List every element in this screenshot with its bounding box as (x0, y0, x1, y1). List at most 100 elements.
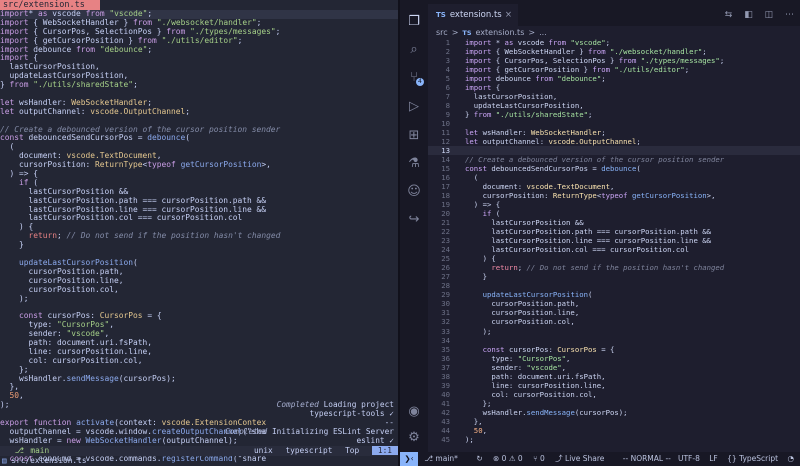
close-icon[interactable]: × (505, 4, 512, 26)
open-changes-icon[interactable]: ◧ (744, 10, 753, 20)
neovim-terminal-pane[interactable]: src/extension.ts import* as vscode from … (0, 0, 398, 466)
tab-extension-ts[interactable]: TS extension.ts × (428, 4, 518, 26)
split-editor-icon[interactable]: ◫ (765, 10, 774, 20)
code-line[interactable]: 41 }; (428, 399, 800, 408)
code-line[interactable]: 2 import { WebSocketHandler } from "./web… (428, 47, 800, 56)
code-line[interactable] (0, 117, 398, 126)
code-line[interactable]: 5 import debounce from "debounce"; (428, 74, 800, 83)
code-line[interactable]: ) { (0, 223, 398, 232)
code-line[interactable]: 45); (428, 435, 800, 444)
code-line[interactable]: 11 let wsHandler: WebSocketHandler; (428, 128, 800, 137)
code-line[interactable]: col: cursorPosition.col, (0, 357, 398, 366)
code-line[interactable]: 28 (428, 281, 800, 290)
search-icon[interactable]: ⌕ (406, 42, 422, 58)
code-line[interactable]: 43 }, (428, 417, 800, 426)
source-control-icon[interactable]: ⑂ 4 (406, 70, 424, 86)
code-line[interactable]: ( (0, 143, 398, 152)
code-line[interactable]: 4 import { getCursorPosition } from "./ut… (428, 65, 800, 74)
code-line[interactable]: ); (0, 295, 398, 304)
account-icon[interactable]: ◉ (406, 404, 422, 420)
code-line[interactable]: 12 let outputChannel: vscode.OutputChanne… (428, 137, 800, 146)
remote-indicator-icon[interactable]: ❯‹ (400, 452, 418, 466)
code-line[interactable]: lastCursorPosition, (0, 63, 398, 72)
code-line[interactable]: updateLastCursorPosition( (0, 259, 398, 268)
code-line[interactable]: 34 (428, 336, 800, 345)
code-line[interactable]: 15 const debouncedSendCursorPos = debounc… (428, 164, 800, 173)
code-line[interactable]: if ( (0, 179, 398, 188)
code-line[interactable]: cursorPosition.col, (0, 286, 398, 295)
code-line[interactable]: 39 line: cursorPosition.line, (428, 381, 800, 390)
neovim-code-area[interactable]: import* as vscode from "vscode"; import {… (0, 10, 398, 463)
code-line[interactable]: cursorPosition.line, (0, 277, 398, 286)
eol-status[interactable]: LF (709, 454, 718, 463)
code-line[interactable]: 20 if ( (428, 209, 800, 218)
extensions-icon[interactable]: ⊞ (406, 128, 422, 144)
code-line[interactable]: sender: "vscode", (0, 330, 398, 339)
code-line[interactable]: 40 col: cursorPosition.col, (428, 390, 800, 399)
run-debug-icon[interactable]: ▷ (406, 99, 422, 115)
code-line[interactable]: 3 import { CursorPos, SelectionPos } from… (428, 56, 800, 65)
code-line[interactable] (0, 303, 398, 312)
git-compare-icon[interactable]: ⇆ (725, 10, 733, 20)
testing-icon[interactable]: ⚗ (406, 156, 422, 172)
code-line[interactable]: let wsHandler: WebSocketHandler; (0, 99, 398, 108)
sync-icon[interactable]: ↻ (476, 454, 482, 463)
code-line[interactable]: type: "CursorPos", (0, 321, 398, 330)
breadcrumb-item[interactable]: extension.ts (476, 28, 525, 37)
code-line[interactable]: 6 import { (428, 83, 800, 92)
code-line[interactable]: 29 updateLastCursorPosition( (428, 290, 800, 299)
code-line[interactable]: 22 lastCursorPosition.path === cursorPos… (428, 227, 800, 236)
breadcrumb-item[interactable]: TS (462, 29, 471, 37)
code-line[interactable]: 23 lastCursorPosition.line === cursorPos… (428, 236, 800, 245)
more-actions-icon[interactable]: ⋯ (785, 10, 794, 20)
breadcrumb-item[interactable]: ... (539, 28, 547, 37)
code-line[interactable]: 9} from "./utils/sharedState"; (428, 110, 800, 119)
code-line[interactable]: const cursorPos: CursorPos = { (0, 312, 398, 321)
code-line[interactable]: 13 (428, 146, 800, 156)
problems-status[interactable]: ⊗ 0 ⚠ 0 (493, 454, 523, 463)
code-line[interactable]: line: cursorPosition.line, (0, 348, 398, 357)
code-line[interactable]: 36 type: "CursorPos", (428, 354, 800, 363)
code-line[interactable]: } (0, 241, 398, 250)
code-line[interactable]: let outputChannel: vscode.OutputChannel; (0, 108, 398, 117)
code-line[interactable]: updateLastCursorPosition, (0, 72, 398, 81)
code-line[interactable]: import { (0, 54, 398, 63)
code-line[interactable]: 14 // Create a debounced version of the c… (428, 155, 800, 164)
code-line[interactable]: 16 ( (428, 173, 800, 182)
code-line[interactable]: cursorPosition: ReturnType<typeof getCur… (0, 161, 398, 170)
code-line[interactable]: document: vscode.TextDocument, (0, 152, 398, 161)
ports-status[interactable]: ⑂ 0 (533, 454, 545, 463)
code-line[interactable]: import debounce from "debounce"; (0, 46, 398, 55)
activity-bar[interactable]: ❐ ⌕ ⑂ 4 ▷ ⊞ ⚗ ☺ ↪ ◉ ⚙ (400, 4, 428, 452)
branch-status[interactable]: ⎇ main* (424, 454, 466, 463)
code-line[interactable]: return; // Do not send if the position h… (0, 232, 398, 241)
live-share-icon[interactable]: ↪ (406, 212, 422, 228)
code-line[interactable]: 35 const cursorPos: CursorPos = { (428, 345, 800, 354)
code-line[interactable]: import { CursorPos, SelectionPos } from … (0, 28, 398, 37)
code-line[interactable]: lastCursorPosition.path === cursorPositi… (0, 197, 398, 206)
code-line[interactable]: 7 lastCursorPosition, (428, 92, 800, 101)
code-line[interactable]: lastCursorPosition.col === cursorPositio… (0, 214, 398, 223)
code-line[interactable]: ) => { (0, 170, 398, 179)
code-line[interactable]: import { WebSocketHandler } from "./webs… (0, 19, 398, 28)
notifications-icon[interactable]: ◔ (787, 454, 794, 463)
code-line[interactable]: lastCursorPosition && (0, 188, 398, 197)
code-line[interactable]: 32 cursorPosition.col, (428, 317, 800, 326)
code-line[interactable]: 24 lastCursorPosition.col === cursorPosi… (428, 245, 800, 254)
code-line[interactable]: 8 updateLastCursorPosition, (428, 101, 800, 110)
code-line[interactable] (0, 90, 398, 99)
code-line[interactable]: 33 ); (428, 327, 800, 336)
code-line[interactable]: 26 return; // Do not send if the positio… (428, 263, 800, 272)
vscode-window[interactable]: FileEditSelectionViewGoRunTerminalHelp ❐… (400, 0, 800, 466)
code-line[interactable]: }; (0, 366, 398, 375)
buffer-tab[interactable]: src/extension.ts (0, 0, 100, 10)
code-line[interactable]: path: document.uri.fsPath, (0, 339, 398, 348)
language-status[interactable]: {} TypeScript (727, 454, 778, 463)
code-line[interactable]: 25 ) { (428, 254, 800, 263)
code-line[interactable]: const debouncedSendCursorPos = debounce( (0, 134, 398, 143)
code-line[interactable]: 19 ) => { (428, 200, 800, 209)
files-icon[interactable]: ❐ (406, 14, 422, 30)
code-line[interactable]: import { getCursorPosition } from "./uti… (0, 37, 398, 46)
copilot-icon[interactable]: ☺ (406, 184, 422, 200)
code-line[interactable]: 37 sender: "vscode", (428, 363, 800, 372)
